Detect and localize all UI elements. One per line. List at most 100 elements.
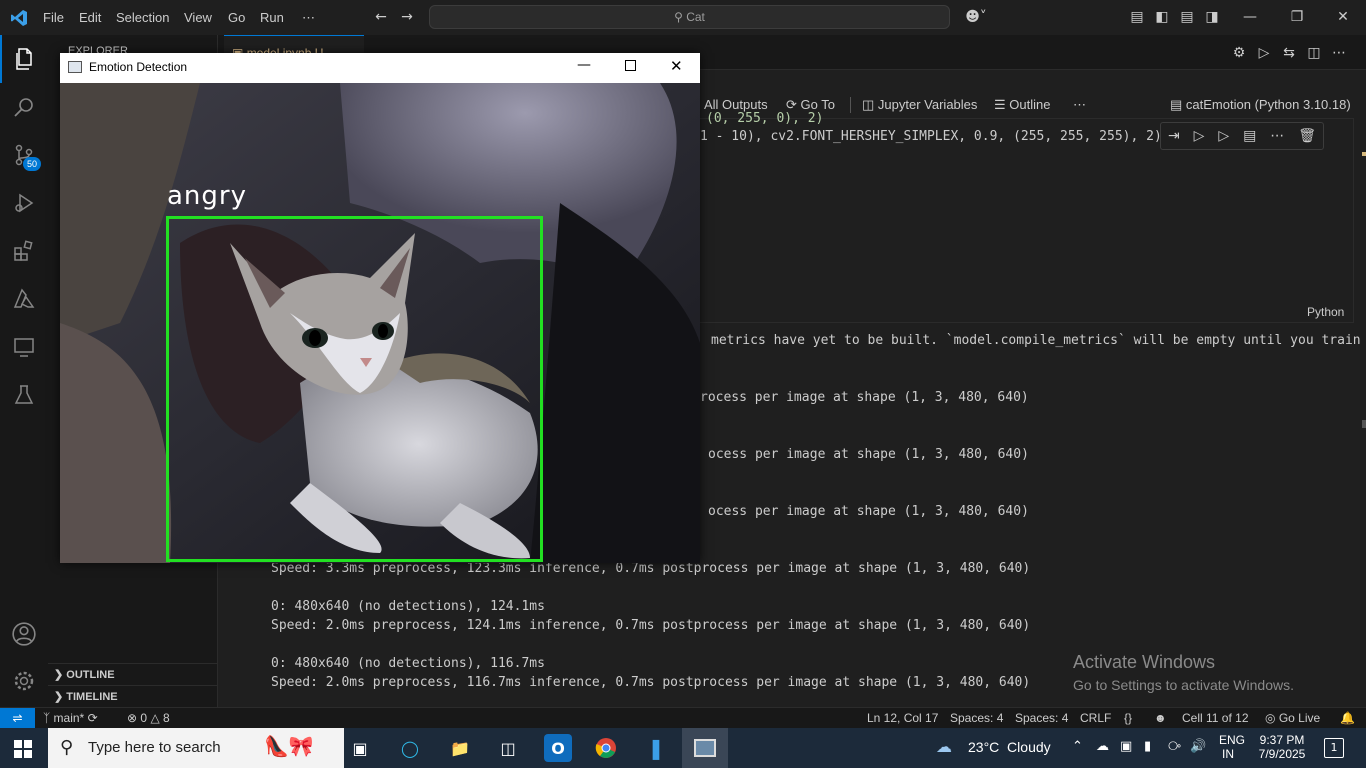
settings-gear-icon[interactable]: ⚙ xyxy=(1230,44,1248,62)
run-by-line-icon[interactable]: ⇥ xyxy=(1168,128,1180,144)
vscode-logo-icon xyxy=(10,9,28,27)
app-window-icon xyxy=(68,61,82,73)
timeline-section[interactable]: ❯ TIMELINE xyxy=(48,685,218,707)
divider xyxy=(850,97,851,113)
run-icon[interactable]: ▷ xyxy=(1255,44,1273,62)
taskbar-search-box[interactable]: ⚲ Type here to search 👠🎀 xyxy=(48,728,344,768)
execute-above-icon[interactable]: ▷ xyxy=(1194,128,1205,144)
variables-icon: ◫ xyxy=(862,97,875,112)
toggle-panel-icon[interactable]: ▤ xyxy=(1178,8,1196,26)
delete-trash-icon[interactable]: 🗑 xyxy=(1298,128,1316,144)
store-icon[interactable]: ◫ xyxy=(494,734,522,762)
battery-icon[interactable]: ▮ xyxy=(1144,739,1151,754)
outline-button[interactable]: ☰ Outline xyxy=(994,92,1050,118)
output-line: ocess per image at shape (1, 3, 480, 640… xyxy=(708,504,1029,519)
menu-edit[interactable]: Edit xyxy=(79,0,101,35)
toggle-sidebar-icon[interactable]: ◧ xyxy=(1153,8,1171,26)
notification-center-icon[interactable]: 1 xyxy=(1324,738,1344,758)
emotion-label: angry xyxy=(167,181,247,211)
close-icon[interactable]: ✕ xyxy=(670,57,683,75)
remote-explorer-icon[interactable] xyxy=(0,323,48,371)
chevron-right-icon: ❯ xyxy=(54,669,64,681)
outlook-icon[interactable]: O xyxy=(544,734,572,762)
emotion-window-taskbar-item[interactable] xyxy=(682,728,728,768)
onedrive-cloud-icon[interactable]: ☁ xyxy=(1096,739,1109,754)
remote-indicator-icon[interactable]: ⇌ xyxy=(0,708,35,729)
clock[interactable]: 9:37 PM 7/9/2025 xyxy=(1256,733,1308,761)
azure-icon[interactable] xyxy=(0,275,48,323)
chrome-icon[interactable] xyxy=(592,734,620,762)
account-icon[interactable] xyxy=(0,610,48,658)
execute-below-icon[interactable]: ▷ xyxy=(1218,128,1229,144)
settings-gear-icon[interactable] xyxy=(0,657,48,705)
go-live-button[interactable]: ◎ Go Live xyxy=(1265,708,1320,729)
indentation-1[interactable]: Spaces: 4 xyxy=(950,708,1003,729)
go-live-label: Go Live xyxy=(1278,711,1321,725)
toggle-secondary-sidebar-icon[interactable]: ◨ xyxy=(1203,8,1221,26)
weather-text[interactable]: 23°C Cloudy xyxy=(968,739,1051,755)
more-button[interactable]: ⋯ xyxy=(1073,92,1086,118)
window-title: Emotion Detection xyxy=(89,60,188,74)
detection-box xyxy=(166,216,543,562)
emotion-detection-window[interactable]: Emotion Detection — ✕ angry xyxy=(60,53,700,563)
jupyter-variables-button[interactable]: ◫ Jupyter Variables xyxy=(862,92,977,118)
menu-run[interactable]: Run xyxy=(260,0,284,35)
search-icon: ⚲ xyxy=(60,737,74,758)
line-ending[interactable]: CRLF xyxy=(1080,708,1111,729)
extensions-icon[interactable] xyxy=(0,227,48,275)
compare-icon[interactable]: ⇆ xyxy=(1280,44,1298,62)
search-icon[interactable] xyxy=(0,83,48,131)
vscode-taskbar-icon[interactable]: ❚ xyxy=(642,734,670,762)
cell-indicator[interactable]: Cell 11 of 12 xyxy=(1182,708,1249,729)
display-icon[interactable]: ▣ xyxy=(1120,739,1132,754)
close-icon[interactable]: ✕ xyxy=(1334,8,1352,26)
windows-taskbar: ⚲ Type here to search 👠🎀 ▣ ◯ 📁 ◫ O ❚ ☁ 2… xyxy=(0,728,1366,768)
task-view-icon[interactable]: ▣ xyxy=(346,734,374,762)
more-actions-icon[interactable]: ⋯ xyxy=(1330,44,1348,62)
testing-flask-icon[interactable] xyxy=(0,371,48,419)
kernel-picker[interactable]: ▤ catEmotion (Python 3.10.18) xyxy=(1170,92,1351,118)
search-text: Cat xyxy=(686,10,705,24)
restore-icon[interactable]: ❐ xyxy=(1288,8,1306,26)
split-cell-icon[interactable]: ▤ xyxy=(1243,128,1256,144)
notification-count: 1 xyxy=(1330,741,1338,754)
outline-section[interactable]: ❯ OUTLINE xyxy=(48,663,218,685)
windows-start-icon[interactable] xyxy=(14,740,32,762)
back-arrow-icon[interactable]: ← xyxy=(372,8,390,26)
source-control-icon[interactable]: 50 xyxy=(0,131,48,179)
edge-browser-icon[interactable]: ◯ xyxy=(396,734,424,762)
file-explorer-icon[interactable]: 📁 xyxy=(446,734,474,762)
more-actions-icon[interactable]: ⋯ xyxy=(1270,128,1284,144)
cell-language[interactable]: Python xyxy=(1307,305,1344,319)
copilot-status-icon[interactable]: ☻ xyxy=(1154,708,1167,729)
menu-file[interactable]: File xyxy=(43,0,64,35)
menu-more[interactable]: ⋯ xyxy=(302,0,315,35)
indentation-2[interactable]: Spaces: 4 xyxy=(1015,708,1068,729)
clock-time: 9:37 PM xyxy=(1259,733,1305,747)
menu-go[interactable]: Go xyxy=(228,0,245,35)
maximize-icon[interactable] xyxy=(625,60,636,71)
show-hidden-icons-chevron-icon[interactable]: ⌃ xyxy=(1072,739,1083,754)
minimize-icon[interactable]: — xyxy=(1241,8,1259,26)
customize-layout-icon[interactable]: ▤ xyxy=(1128,8,1146,26)
window-title-bar[interactable]: Emotion Detection — ✕ xyxy=(60,53,700,83)
menu-view[interactable]: View xyxy=(184,0,212,35)
cursor-position[interactable]: Ln 12, Col 17 xyxy=(867,708,938,729)
explorer-icon[interactable] xyxy=(0,35,48,83)
forward-arrow-icon[interactable]: → xyxy=(398,8,416,26)
copilot-icon[interactable]: ☻˅ xyxy=(962,8,990,26)
menu-selection[interactable]: Selection xyxy=(116,0,169,35)
branch-indicator[interactable]: ᛉ main* ⟳ xyxy=(43,708,98,729)
language-braces[interactable]: {} xyxy=(1124,708,1132,729)
volume-icon[interactable]: 🔊 xyxy=(1190,739,1206,754)
problems-indicator[interactable]: ⊗ 0 △ 8 xyxy=(127,708,170,729)
run-debug-icon[interactable] xyxy=(0,179,48,227)
notifications-bell-icon[interactable]: 🔔 xyxy=(1340,708,1355,729)
wifi-icon[interactable]: ⧂ xyxy=(1168,739,1181,754)
split-editor-icon[interactable]: ◫ xyxy=(1305,44,1323,62)
language-indicator[interactable]: ENG IN xyxy=(1219,733,1245,761)
minimize-icon[interactable]: — xyxy=(577,57,591,73)
command-center-search[interactable]: ⚲ Cat xyxy=(429,5,950,29)
scm-badge: 50 xyxy=(23,157,42,171)
warnings-count: 8 xyxy=(163,711,170,725)
